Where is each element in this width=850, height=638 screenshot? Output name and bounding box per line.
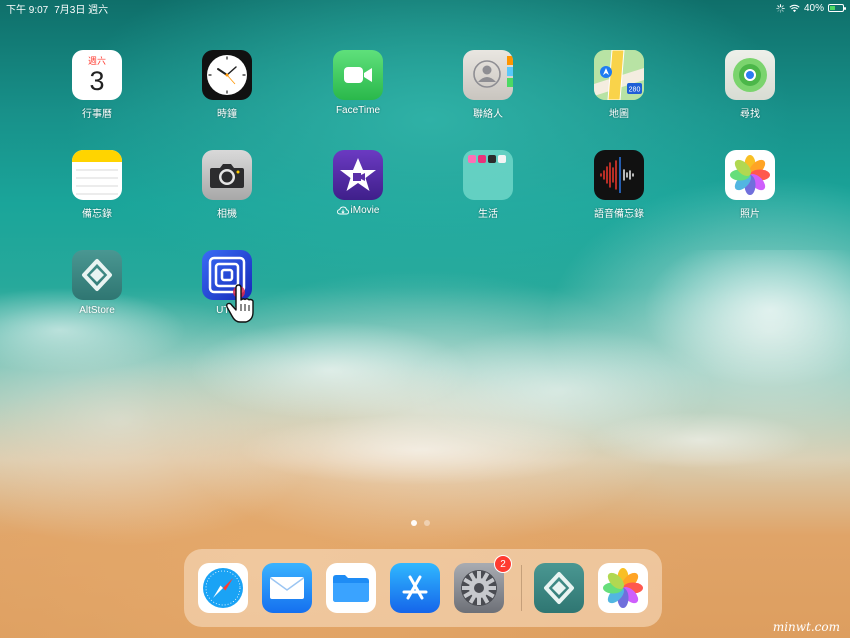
app-clock[interactable]: 時鐘 [182, 50, 272, 120]
app-voice-memos[interactable]: 語音備忘錄 [574, 150, 664, 220]
app-label: 行事曆 [82, 109, 112, 120]
imovie-icon [333, 150, 383, 200]
app-label: 地圖 [609, 109, 629, 120]
app-label: 照片 [740, 209, 760, 220]
facetime-icon [333, 50, 383, 100]
battery-icon [828, 4, 846, 12]
app-label: 備忘錄 [82, 209, 112, 220]
mail-icon[interactable] [262, 563, 312, 613]
app-altstore[interactable]: AltStore [52, 250, 142, 316]
files-icon[interactable] [326, 563, 376, 613]
contacts-icon [463, 50, 513, 100]
app-maps[interactable]: 280 地圖 [574, 50, 664, 120]
app-label: 相機 [217, 209, 237, 220]
app-label: 時鐘 [217, 109, 237, 120]
settings-badge: 2 [494, 555, 512, 573]
app-label: 聯絡人 [473, 109, 503, 120]
app-label: iMovie [350, 205, 380, 216]
altstore-icon [72, 250, 122, 300]
app-findmy[interactable]: 尋找 [705, 50, 795, 120]
battery-level-fill [830, 6, 835, 10]
app-folder-lifestyle[interactable]: 生活 [443, 150, 533, 220]
maps-route-number: 280 [629, 87, 641, 94]
app-calendar[interactable]: 週六 3 行事曆 [52, 50, 142, 120]
wifi-icon [789, 4, 800, 12]
page-dot[interactable] [424, 520, 430, 526]
status-bar: 下午 9:07 7月3日 週六 40% [0, 0, 850, 16]
app-camera[interactable]: 相機 [182, 150, 272, 220]
hand-pointer-icon [226, 284, 254, 323]
altstore-icon[interactable] [534, 563, 584, 613]
calendar-icon: 週六 3 [72, 50, 122, 100]
watermark: minwt.com [772, 620, 840, 634]
app-label: AltStore [79, 305, 115, 316]
camera-icon [202, 150, 252, 200]
find-my-icon [725, 50, 775, 100]
app-contacts[interactable]: 聯絡人 [443, 50, 533, 120]
photos-icon[interactable] [598, 563, 648, 613]
folder-icon [463, 150, 513, 200]
voice-memos-icon [594, 150, 644, 200]
page-dot-current[interactable] [411, 520, 417, 526]
calendar-day: 3 [89, 66, 105, 96]
notes-icon [72, 150, 122, 200]
clock-icon [202, 50, 252, 100]
dock: 2 [184, 549, 662, 627]
app-label-row: iMovie [336, 205, 380, 216]
app-facetime[interactable]: FaceTime [313, 50, 403, 116]
battery-percent: 40% [803, 2, 824, 14]
app-label: 生活 [478, 209, 498, 220]
page-indicator[interactable] [411, 520, 430, 526]
app-notes[interactable]: 備忘錄 [52, 150, 142, 220]
loading-spinner-icon [776, 3, 785, 13]
dock-separator [521, 565, 522, 611]
app-label: 語音備忘錄 [594, 209, 644, 220]
safari-icon[interactable] [198, 563, 248, 613]
status-time: 下午 9:07 [6, 4, 49, 16]
status-date: 7月3日 週六 [54, 4, 109, 16]
app-imovie[interactable]: iMovie [313, 150, 403, 216]
photos-icon [725, 150, 775, 200]
app-store-icon[interactable] [390, 563, 440, 613]
app-label: 尋找 [740, 109, 760, 120]
settings-icon[interactable]: 2 [454, 555, 512, 613]
app-photos[interactable]: 照片 [705, 150, 795, 220]
maps-icon: 280 [594, 50, 644, 100]
app-label: FaceTime [335, 105, 381, 116]
icloud-download-icon [336, 206, 349, 215]
